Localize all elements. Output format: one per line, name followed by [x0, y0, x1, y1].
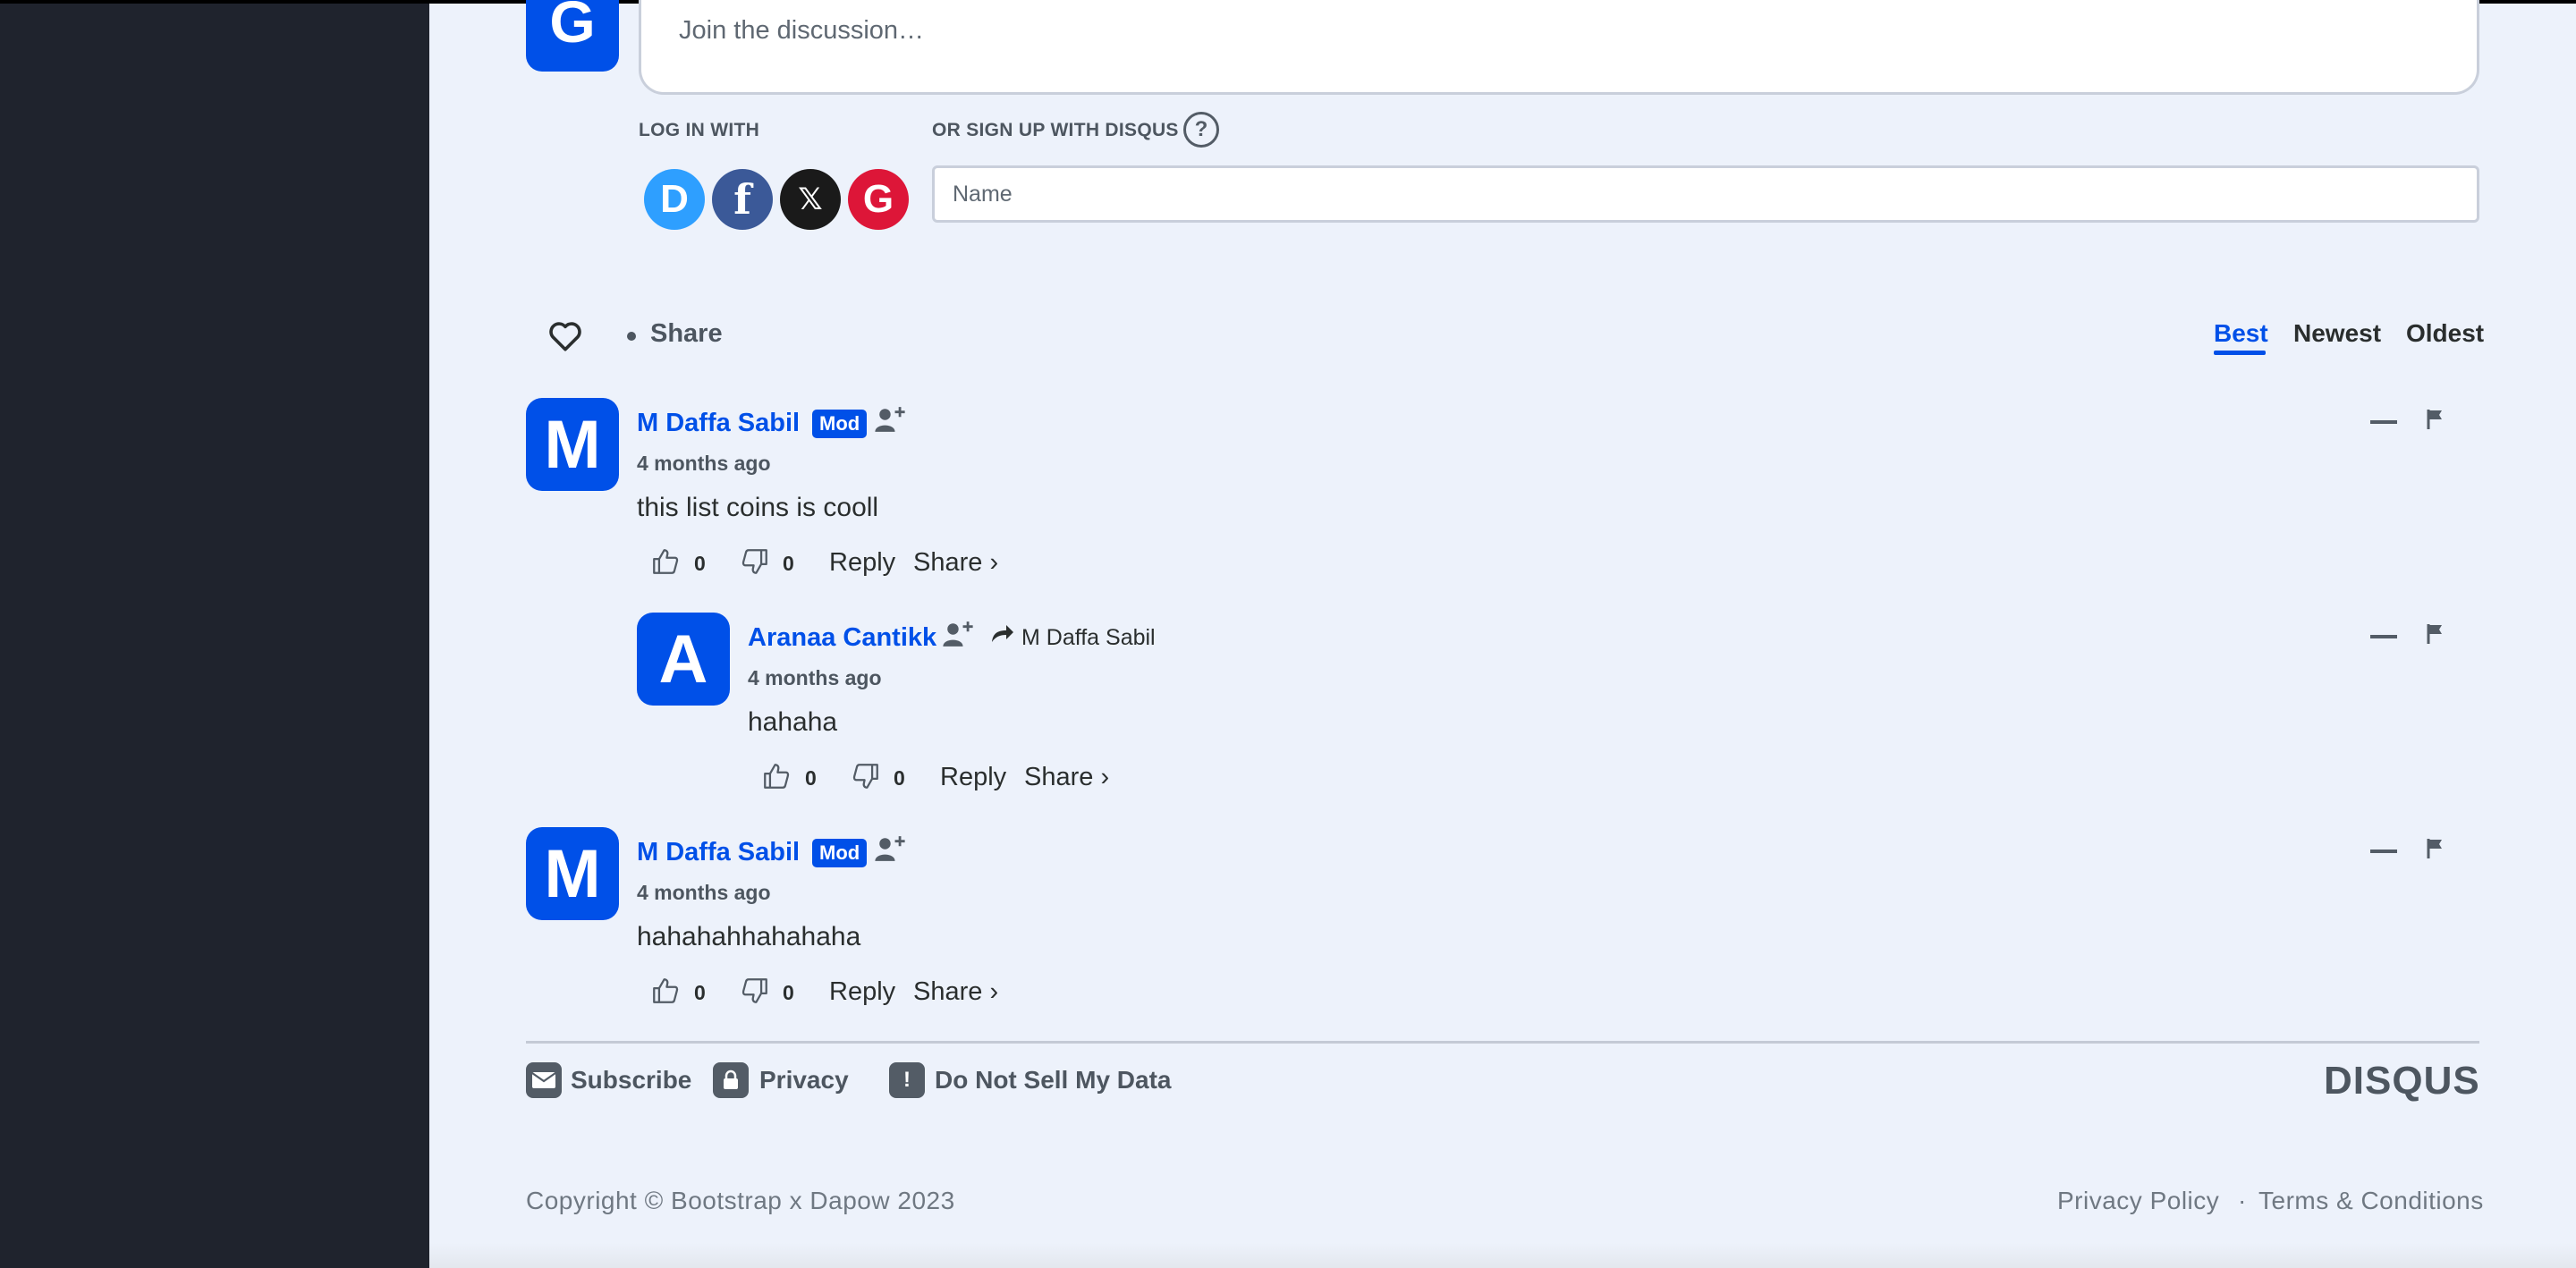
- sort-newest-tab[interactable]: Newest: [2293, 319, 2381, 348]
- reply-avatar[interactable]: A: [637, 613, 730, 706]
- reply-arrow-icon: [992, 625, 1013, 642]
- facebook-login-icon[interactable]: f: [712, 169, 773, 230]
- upvote-icon[interactable]: [649, 546, 682, 577]
- sort-active-underline: [2214, 351, 2266, 355]
- follow-user-icon[interactable]: [874, 404, 906, 435]
- downvote-count: 0: [783, 981, 794, 1004]
- share-button[interactable]: Share ›: [913, 977, 998, 1007]
- follow-user-icon[interactable]: [942, 619, 974, 649]
- comment-body: this list coins is cooll: [637, 493, 879, 522]
- heart-icon[interactable]: [547, 320, 583, 352]
- footer-separator: ·: [2238, 1187, 2247, 1214]
- current-user-avatar: G: [526, 0, 619, 72]
- reply-timestamp[interactable]: 4 months ago: [748, 666, 882, 690]
- comment-avatar[interactable]: M: [526, 398, 619, 491]
- reply-to-user[interactable]: M Daffa Sabil: [1021, 625, 1156, 651]
- bottom-shadow: [429, 1243, 2576, 1268]
- collapse-icon[interactable]: [2370, 635, 2397, 638]
- share-button[interactable]: Share ›: [913, 548, 998, 578]
- do-not-sell-link[interactable]: Do Not Sell My Data: [935, 1066, 1171, 1095]
- name-input[interactable]: [932, 165, 2479, 223]
- subscribe-link[interactable]: Subscribe: [571, 1066, 691, 1095]
- sort-oldest-tab[interactable]: Oldest: [2406, 319, 2484, 348]
- comment-body: hahahahhahahaha: [637, 922, 861, 951]
- downvote-icon[interactable]: [850, 761, 882, 791]
- comment-timestamp[interactable]: 4 months ago: [637, 881, 771, 905]
- reply-button[interactable]: Reply: [829, 977, 895, 1007]
- copyright-text: Copyright © Bootstrap x Dapow 2023: [526, 1187, 955, 1214]
- follow-user-icon[interactable]: [874, 833, 906, 864]
- upvote-count: 0: [805, 766, 817, 790]
- flag-icon[interactable]: [2426, 408, 2445, 431]
- share-dot: [627, 332, 636, 341]
- comment-avatar[interactable]: M: [526, 827, 619, 920]
- envelope-icon[interactable]: [526, 1062, 562, 1098]
- reply-body: hahaha: [748, 707, 838, 737]
- comment-timestamp[interactable]: 4 months ago: [637, 452, 771, 476]
- footer-divider: [526, 1041, 2479, 1044]
- signup-with-disqus-label: OR SIGN UP WITH DISQUS: [932, 120, 1179, 140]
- upvote-count: 0: [694, 981, 706, 1004]
- privacy-link[interactable]: Privacy: [759, 1066, 849, 1095]
- disqus-login-icon[interactable]: D: [644, 169, 705, 230]
- terms-link[interactable]: Terms & Conditions: [2258, 1187, 2484, 1215]
- upvote-icon[interactable]: [760, 761, 792, 791]
- google-login-icon[interactable]: G: [848, 169, 909, 230]
- login-with-label: LOG IN WITH: [639, 120, 760, 140]
- downvote-count: 0: [783, 552, 794, 575]
- downvote-count: 0: [894, 766, 905, 790]
- x-login-icon[interactable]: 𝕏: [780, 169, 841, 230]
- comment-composer[interactable]: Join the discussion…: [639, 0, 2479, 95]
- google-letter: G: [862, 177, 894, 221]
- dark-sidebar: [0, 0, 429, 1268]
- main-content: G Join the discussion… LOG IN WITH OR SI…: [429, 0, 2576, 1268]
- disqus-letter: D: [660, 177, 689, 221]
- share-button[interactable]: Share ›: [1024, 763, 1109, 792]
- mod-badge: Mod: [812, 410, 868, 438]
- collapse-icon[interactable]: [2370, 850, 2397, 853]
- x-letter: 𝕏: [798, 182, 823, 216]
- facebook-letter: f: [733, 175, 751, 224]
- privacy-policy-link[interactable]: Privacy Policy: [2057, 1187, 2219, 1215]
- flag-icon[interactable]: [2426, 622, 2445, 646]
- sort-best-tab[interactable]: Best: [2214, 319, 2268, 348]
- upvote-count: 0: [694, 552, 706, 575]
- lock-icon[interactable]: [713, 1062, 749, 1098]
- thread-share-button[interactable]: Share: [650, 319, 723, 349]
- reply-button[interactable]: Reply: [829, 548, 895, 578]
- composer-placeholder: Join the discussion…: [679, 16, 925, 45]
- upvote-icon[interactable]: [649, 976, 682, 1006]
- downvote-icon[interactable]: [739, 976, 771, 1006]
- exclamation-icon[interactable]: !: [889, 1062, 925, 1098]
- help-icon[interactable]: ?: [1183, 112, 1219, 148]
- comment-author[interactable]: M Daffa Sabil: [637, 409, 800, 438]
- reply-author[interactable]: Aranaa Cantikk: [748, 623, 936, 653]
- collapse-icon[interactable]: [2370, 420, 2397, 424]
- mod-badge: Mod: [812, 839, 868, 867]
- reply-button[interactable]: Reply: [940, 763, 1006, 792]
- disqus-logo[interactable]: DISQUS: [2324, 1059, 2480, 1103]
- flag-icon[interactable]: [2426, 837, 2445, 860]
- comment-author[interactable]: M Daffa Sabil: [637, 838, 800, 867]
- downvote-icon[interactable]: [739, 546, 771, 577]
